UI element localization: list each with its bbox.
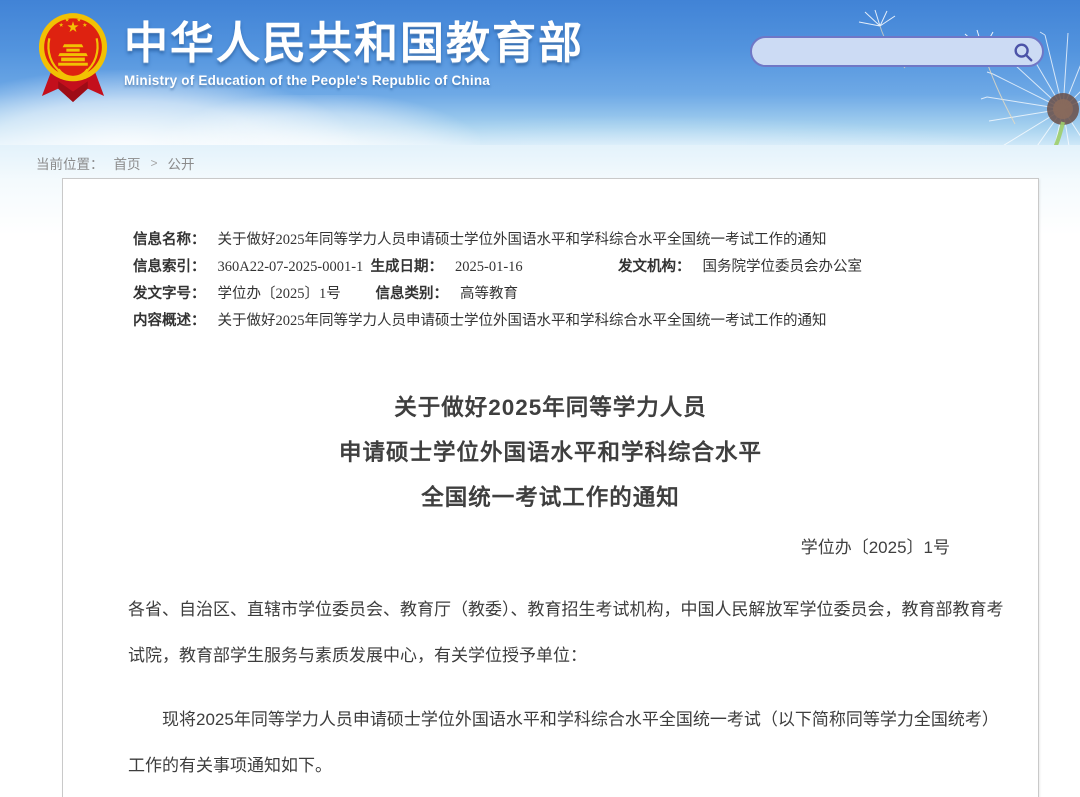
meta-value-category: 高等教育 bbox=[460, 281, 518, 308]
document-title-line: 申请硕士学位外国语水平和学科综合水平 bbox=[63, 430, 1038, 475]
document-body: 各省、自治区、直辖市学位委员会、教育厅（教委）、教育招生考试机构，中国人民解放军… bbox=[63, 587, 1038, 789]
meta-row-index: 信息索引： 360A22-07-2025-0001-1 生成日期： 2025-0… bbox=[133, 254, 1038, 281]
meta-label-summary: 内容概述： bbox=[133, 308, 206, 335]
search-icon[interactable] bbox=[1012, 41, 1034, 63]
page: 中华人民共和国教育部 Ministry of Education of the … bbox=[0, 0, 1080, 797]
meta-value-docno: 学位办〔2025〕1号 bbox=[218, 281, 376, 308]
breadcrumb: 当前位置： 首页 > 公开 bbox=[36, 153, 195, 173]
breadcrumb-label: 当前位置： bbox=[36, 153, 104, 173]
meta-label-docno: 发文字号： bbox=[133, 281, 206, 308]
dandelion-decoration bbox=[968, 14, 1080, 145]
meta-value-date: 2025-01-16 bbox=[455, 254, 618, 281]
meta-value-summary: 关于做好2025年同等学力人员申请硕士学位外国语水平和学科综合水平全国统一考试工… bbox=[218, 308, 827, 335]
paragraph: 各省、自治区、直辖市学位委员会、教育厅（教委）、教育招生考试机构，中国人民解放军… bbox=[128, 587, 1006, 679]
meta-value-name: 关于做好2025年同等学力人员申请硕士学位外国语水平和学科综合水平全国统一考试工… bbox=[218, 227, 827, 254]
site-title: 中华人民共和国教育部 bbox=[124, 20, 584, 68]
meta-row-docno: 发文字号： 学位办〔2025〕1号 信息类别： 高等教育 bbox=[133, 281, 1038, 308]
meta-value-agency: 国务院学位委员会办公室 bbox=[703, 254, 863, 281]
meta-label-category: 信息类别： bbox=[376, 281, 449, 308]
meta-row-summary: 内容概述： 关于做好2025年同等学力人员申请硕士学位外国语水平和学科综合水平全… bbox=[133, 308, 1038, 335]
search-box bbox=[750, 36, 1044, 67]
paragraph: 现将2025年同等学力人员申请硕士学位外国语水平和学科综合水平全国统一考试（以下… bbox=[128, 697, 1006, 789]
meta-label-index: 信息索引： bbox=[133, 254, 206, 281]
meta-value-index: 360A22-07-2025-0001-1 bbox=[218, 254, 371, 281]
document-title-line: 全国统一考试工作的通知 bbox=[63, 475, 1038, 520]
national-emblem-icon bbox=[36, 10, 110, 114]
breadcrumb-link-gongkai[interactable]: 公开 bbox=[168, 153, 195, 173]
site-logo[interactable]: 中华人民共和国教育部 Ministry of Education of the … bbox=[36, 10, 584, 114]
search-input[interactable] bbox=[752, 38, 1012, 65]
site-header: 中华人民共和国教育部 Ministry of Education of the … bbox=[0, 0, 1080, 145]
document-meta: 信息名称： 关于做好2025年同等学力人员申请硕士学位外国语水平和学科综合水平全… bbox=[133, 227, 1038, 335]
site-subtitle: Ministry of Education of the People's Re… bbox=[124, 73, 584, 88]
chevron-right-icon: > bbox=[151, 156, 158, 170]
breadcrumb-link-home[interactable]: 首页 bbox=[114, 153, 141, 173]
brand-text: 中华人民共和国教育部 Ministry of Education of the … bbox=[124, 10, 584, 88]
document-title-line: 关于做好2025年同等学力人员 bbox=[63, 385, 1038, 430]
meta-label-date: 生成日期： bbox=[371, 254, 444, 281]
meta-row-name: 信息名称： 关于做好2025年同等学力人员申请硕士学位外国语水平和学科综合水平全… bbox=[133, 227, 1038, 254]
meta-label-agency: 发文机构： bbox=[618, 254, 691, 281]
meta-label-name: 信息名称： bbox=[133, 227, 206, 254]
cloud-decoration bbox=[330, 115, 1080, 145]
document-panel: 信息名称： 关于做好2025年同等学力人员申请硕士学位外国语水平和学科综合水平全… bbox=[62, 178, 1039, 797]
document-title: 关于做好2025年同等学力人员 申请硕士学位外国语水平和学科综合水平 全国统一考… bbox=[63, 385, 1038, 520]
document-number: 学位办〔2025〕1号 bbox=[63, 534, 1038, 561]
